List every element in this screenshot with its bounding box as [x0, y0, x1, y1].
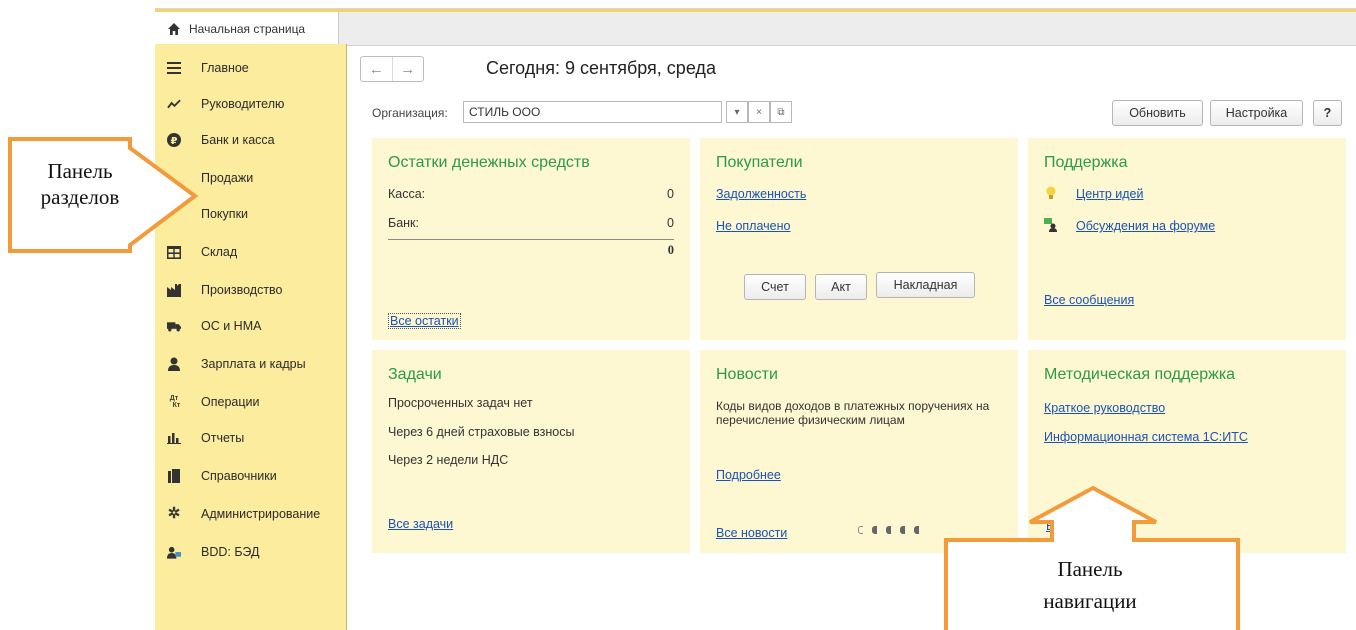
annotation-line: Панель: [1057, 557, 1123, 581]
annotation-line: разделов: [40, 185, 120, 209]
nav-panel-annotation: Панель навигации: [990, 553, 1190, 617]
annotation-overlay: [8, 137, 1240, 630]
annotation-line: навигации: [1043, 589, 1137, 613]
sections-panel-annotation: Панель разделов: [30, 158, 130, 210]
annotation-line: Панель: [47, 159, 113, 183]
